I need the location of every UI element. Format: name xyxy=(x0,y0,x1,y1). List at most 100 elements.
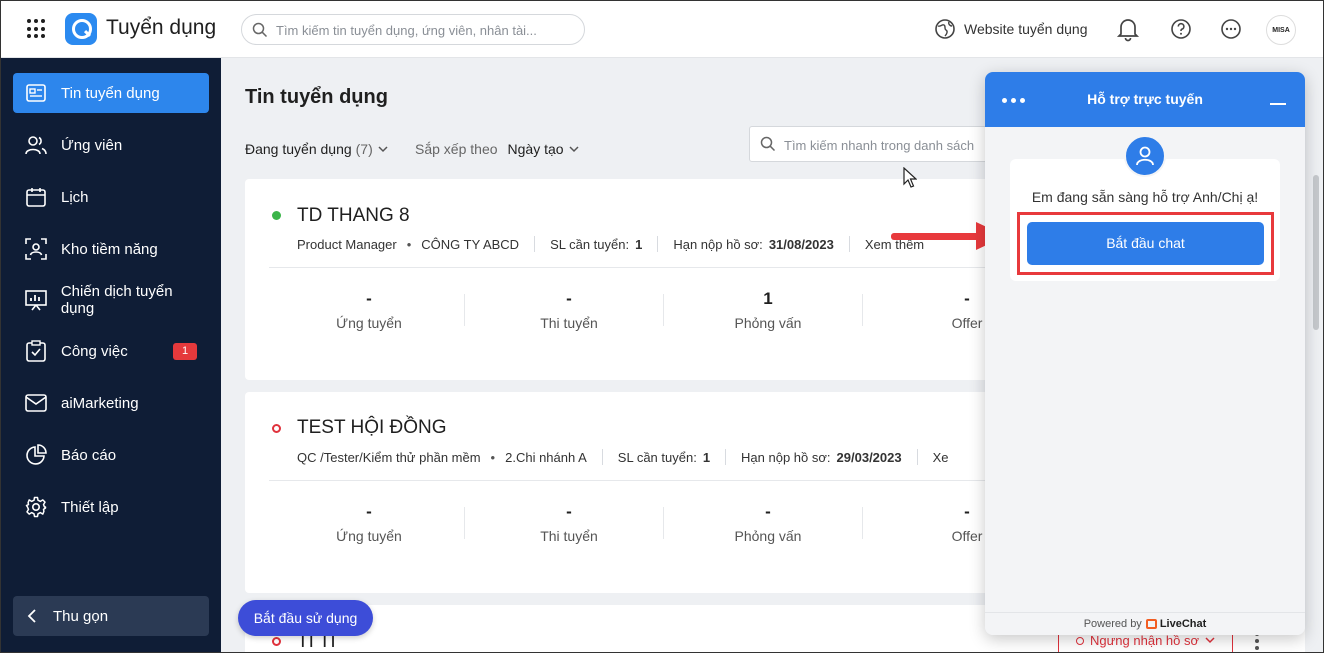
app-title: Tuyển dụng xyxy=(106,16,217,39)
sidebar-item-label: Tin tuyển dụng xyxy=(61,84,160,102)
livechat-logo-icon xyxy=(1145,619,1157,629)
status-dot xyxy=(272,637,281,646)
deadline-label: Hạn nộp hồ sơ: xyxy=(741,449,831,465)
page-scrollbar[interactable] xyxy=(1313,175,1319,330)
start-using-button[interactable]: Bắt đầu sử dụng xyxy=(238,600,373,636)
sidebar-item-calendar[interactable]: Lịch xyxy=(13,177,209,217)
stage-count: - xyxy=(765,502,771,521)
quick-search[interactable] xyxy=(749,126,999,162)
more-options-icon[interactable] xyxy=(1220,18,1242,40)
job-unit: CÔNG TY ABCD xyxy=(421,236,520,252)
stage-test[interactable]: - Thi tuyển xyxy=(469,289,669,331)
globe-icon xyxy=(935,19,955,39)
stage-interview[interactable]: 1 Phỏng vấn xyxy=(668,289,868,331)
status-circle-icon xyxy=(1075,636,1084,645)
sidebar-item-campaigns[interactable]: Chiến dịch tuyển dụng xyxy=(13,280,209,320)
divider xyxy=(725,449,727,465)
user-icon xyxy=(1136,146,1154,166)
job-unit: 2.Chi nhánh A xyxy=(505,449,587,465)
sidebar-item-label: Báo cáo xyxy=(61,446,117,464)
job-post-icon xyxy=(24,81,48,105)
divider xyxy=(862,294,863,326)
job-title[interactable]: TD THANG 8 xyxy=(297,205,410,227)
status-filter-dropdown[interactable]: Đang tuyển dụng (7) xyxy=(245,141,388,157)
search-icon xyxy=(760,136,776,152)
chat-greeting-card: Em đang sẵn sàng hỗ trợ Anh/Chị ạ! Bắt đ… xyxy=(1010,159,1280,281)
sort-dropdown[interactable]: Sắp xếp theo Ngày tạo xyxy=(415,141,579,157)
divider xyxy=(534,236,536,252)
status-filter-label: Đang tuyển dụng xyxy=(245,141,352,157)
minimize-icon[interactable] xyxy=(1270,103,1286,105)
chat-header: Hỗ trợ trực tuyến xyxy=(985,72,1305,127)
job-title[interactable]: TEST HỘI ĐỒNG xyxy=(297,417,447,439)
stage-applied[interactable]: - Ứng tuyển xyxy=(269,289,469,331)
sidebar-item-settings[interactable]: Thiết lập xyxy=(13,487,209,527)
divider xyxy=(916,449,918,465)
divider xyxy=(269,267,989,268)
stage-label: Ứng tuyển xyxy=(336,528,402,544)
users-icon xyxy=(24,133,48,157)
sidebar-item-label: Công việc xyxy=(61,342,128,360)
stage-count: - xyxy=(566,502,572,521)
job-position: Product Manager xyxy=(297,236,397,252)
sidebar: Tin tuyển dụng Ứng viên Lịch Kho tiềm nă… xyxy=(0,58,221,653)
bullet-separator: • xyxy=(490,449,496,465)
global-search[interactable] xyxy=(241,14,585,45)
chat-footer: Powered by LiveChat xyxy=(985,612,1305,635)
status-dot xyxy=(272,211,281,220)
sidebar-item-label: Kho tiềm năng xyxy=(61,240,158,258)
livechat-brand[interactable]: LiveChat xyxy=(1145,618,1206,630)
page-title: Tin tuyển dụng xyxy=(245,86,388,108)
sidebar-item-tasks[interactable]: Công việc 1 xyxy=(13,331,209,371)
help-icon[interactable] xyxy=(1170,18,1192,40)
tasks-count-badge: 1 xyxy=(173,343,197,360)
annotation-highlight-box: Bắt đầu chat xyxy=(1017,212,1274,275)
see-more-link[interactable]: Xe xyxy=(933,450,949,465)
stage-count: - xyxy=(366,502,372,521)
sidebar-item-job-posts[interactable]: Tin tuyển dụng xyxy=(13,73,209,113)
agent-avatar xyxy=(1124,135,1166,177)
sort-label: Sắp xếp theo xyxy=(415,141,498,157)
mail-icon xyxy=(24,391,48,415)
global-search-input[interactable] xyxy=(276,20,576,40)
app-logo-icon xyxy=(65,13,97,45)
sidebar-item-candidates[interactable]: Ứng viên xyxy=(13,125,209,165)
stage-interview[interactable]: - Phỏng vấn xyxy=(668,502,868,544)
sidebar-item-reports[interactable]: Báo cáo xyxy=(13,435,209,475)
stage-applied[interactable]: - Ứng tuyển xyxy=(269,502,469,544)
sidebar-item-label: Chiến dịch tuyển dụng xyxy=(60,283,173,317)
sidebar-item-label: aiMarketing xyxy=(61,394,139,412)
quota-label: SL cần tuyển: xyxy=(550,236,630,252)
avatar-logo-text: MISA xyxy=(1272,26,1290,34)
search-icon xyxy=(252,22,268,38)
livechat-widget: Hỗ trợ trực tuyến Em đang sẵn sàng hỗ tr… xyxy=(985,72,1305,635)
bell-icon[interactable] xyxy=(1116,16,1140,42)
campaign-icon xyxy=(24,288,48,312)
divider xyxy=(663,294,664,326)
website-link[interactable]: Website tuyển dụng xyxy=(934,18,1088,40)
start-chat-button[interactable]: Bắt đầu chat xyxy=(1027,222,1264,265)
bullet-separator: • xyxy=(406,236,412,252)
sidebar-item-aimarketing[interactable]: aiMarketing xyxy=(13,383,209,423)
quick-search-input[interactable] xyxy=(784,135,998,155)
divider xyxy=(601,449,603,465)
stage-label: Thi tuyển xyxy=(540,315,598,331)
app-launcher-icon[interactable] xyxy=(27,19,47,39)
calendar-icon xyxy=(24,185,48,209)
deadline-value: 29/03/2023 xyxy=(836,449,902,465)
job-position: QC /Tester/Kiểm thử phần mềm xyxy=(297,449,481,465)
gear-icon xyxy=(24,495,48,519)
chevron-down-icon xyxy=(1205,637,1215,644)
sidebar-item-label: Thiết lập xyxy=(61,498,119,516)
annotation-arrow-shaft xyxy=(891,233,981,240)
collapse-sidebar-button[interactable]: Thu gọn xyxy=(13,596,209,636)
stage-count: 1 xyxy=(763,289,773,308)
collapse-label: Thu gọn xyxy=(53,607,109,625)
stop-receiving-label: Ngưng nhận hồ sơ xyxy=(1089,633,1200,648)
stage-label: Phỏng vấn xyxy=(734,528,802,544)
company-avatar[interactable]: MISA xyxy=(1266,15,1296,45)
chevron-left-icon xyxy=(27,609,36,623)
pie-chart-icon xyxy=(24,443,48,467)
stage-test[interactable]: - Thi tuyển xyxy=(469,502,669,544)
sidebar-item-talent-pool[interactable]: Kho tiềm năng xyxy=(13,229,209,269)
